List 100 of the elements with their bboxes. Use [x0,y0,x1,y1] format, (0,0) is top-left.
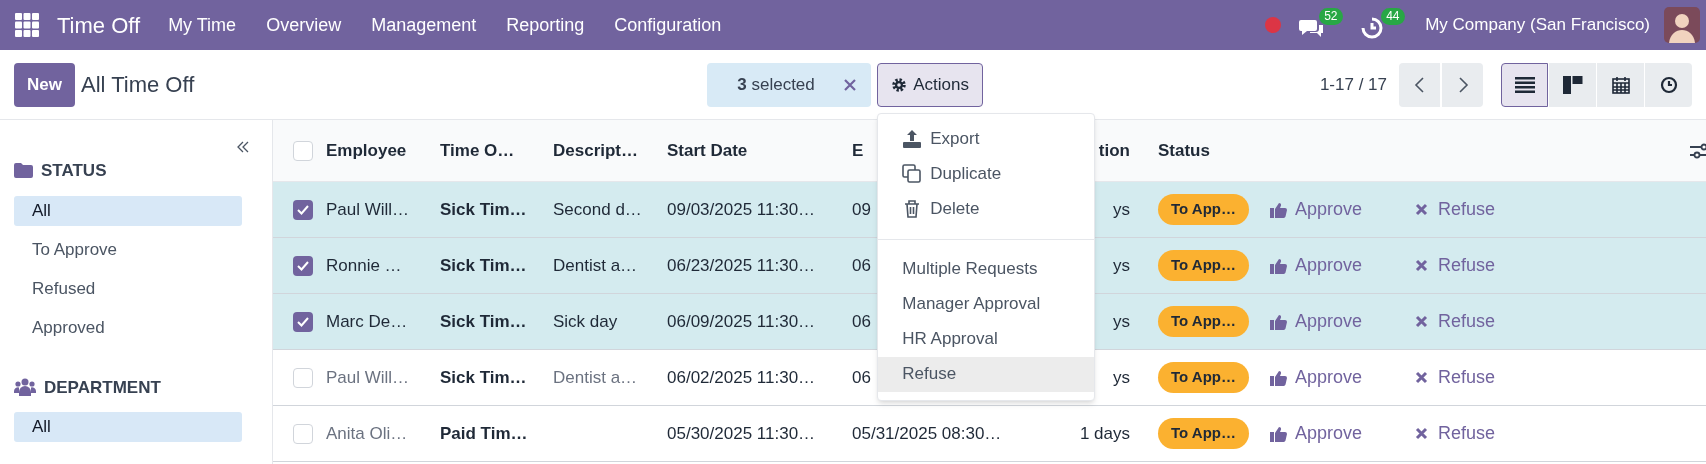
breadcrumb: All Time Off [80,71,195,99]
checkbox[interactable] [293,199,313,220]
table-cell-text: 06 [852,254,871,277]
upload-icon [902,130,923,148]
column-header[interactable]: Status [1158,137,1210,164]
settings-sliders-icon[interactable] [1690,142,1706,160]
menu-item[interactable]: Multiple Requests [878,251,1095,287]
app-title[interactable]: Time Off [57,8,141,42]
table-cell-text: 06 [852,310,871,333]
previous-page-button[interactable] [1399,62,1440,107]
table-cell-text: Second d… [553,198,642,221]
thumbs-up-icon [1270,313,1287,330]
actions-button[interactable]: Actions [877,62,983,107]
column-header[interactable]: Descript… [553,137,639,164]
chat-icon[interactable] [1299,17,1326,39]
thumbs-up-icon [1270,369,1287,386]
section-heading: DEPARTMENT [44,376,161,399]
refuse-button[interactable]: Refuse [1415,364,1496,391]
filter-item[interactable]: Refused [14,273,242,304]
table-cell-text: Paul Will… [326,366,410,389]
table-cell-text: Dentist a… [553,366,638,389]
filter-item[interactable]: All [14,412,242,442]
table-cell-text: Sick day [553,310,618,333]
calendar-icon [1611,75,1630,94]
next-page-button[interactable] [1442,62,1483,107]
table-cell-text: Sick Tim… [440,198,527,221]
checkbox[interactable] [293,255,313,276]
check-icon [297,204,309,215]
menu-item[interactable]: Duplicate [878,156,1095,192]
menu-item[interactable]: Configuration [614,11,722,39]
thumbs-up-icon [1270,201,1287,218]
calendar-view-button[interactable] [1597,62,1644,107]
refuse-button[interactable]: Refuse [1415,308,1496,335]
list-icon [1514,76,1535,93]
close-icon[interactable] [843,77,858,92]
table-cell-text: Marc De… [326,310,408,333]
table-cell-text: 09/03/2025 11:30… [667,198,816,221]
approve-button[interactable]: Approve [1270,308,1363,335]
list-view-button[interactable] [1501,62,1548,107]
copy-icon [902,164,923,184]
menu-item[interactable]: Manager Approval [878,286,1095,322]
table-cell-text: ys [1113,310,1130,333]
clock-icon[interactable] [1361,17,1384,39]
menu-item[interactable]: HR Approval [878,321,1095,357]
table-cell-text: 06/23/2025 11:30… [667,254,816,277]
pager-text: 1-17 / 17 [1319,73,1387,96]
status-badge: To App… [1158,194,1249,225]
filter-item[interactable]: All [14,195,242,226]
collapse-icon[interactable] [236,140,250,154]
checkbox[interactable] [293,311,313,332]
gear-icon [891,76,908,93]
activity-view-button[interactable] [1645,62,1692,107]
section-heading: STATUS [41,160,107,182]
company-switcher[interactable]: My Company (San Francisco) [1425,12,1650,38]
approve-button[interactable]: Approve [1270,252,1363,279]
table-cell-text: Sick Tim… [440,366,527,389]
thumbs-up-icon [1270,257,1287,274]
menu-item[interactable]: Overview [266,11,342,39]
menu-item[interactable]: Management [371,11,477,39]
refuse-button[interactable]: Refuse [1415,252,1496,279]
checkbox[interactable] [293,367,313,388]
status-badge: To App… [1158,306,1249,337]
approve-button[interactable]: Approve [1270,420,1363,447]
column-header[interactable]: Start Date [667,137,748,164]
table-cell-text: 06/02/2025 11:30… [667,366,816,389]
column-header[interactable]: E [852,137,864,164]
new-button[interactable]: New [14,62,75,107]
menu-item[interactable]: Reporting [506,11,585,39]
menu-item[interactable]: Delete [878,191,1095,227]
checkbox[interactable] [293,423,313,444]
menu-item[interactable]: Refuse [878,356,1095,392]
kanban-view-button[interactable] [1549,62,1596,107]
filter-item[interactable]: Approved [14,312,242,343]
table-cell-text: Paid Tim… [440,422,528,445]
avatar[interactable] [1664,7,1700,43]
table-cell-text: 09 [852,198,871,221]
apps-menu-icon[interactable] [15,13,39,37]
filter-item[interactable]: To Approve [14,234,242,265]
column-header[interactable]: tion [1098,137,1130,164]
thumbs-up-icon [1270,425,1287,442]
kanban-icon [1562,75,1583,94]
table-cell-text: Sick Tim… [440,310,527,333]
table-cell-text: 05/30/2025 11:30… [667,422,816,445]
approve-button[interactable]: Approve [1270,196,1363,223]
column-header[interactable]: Employee [326,137,407,164]
menu-item[interactable]: My Time [168,11,237,39]
close-icon [1415,259,1428,272]
refuse-button[interactable]: Refuse [1415,420,1496,447]
approve-button[interactable]: Approve [1270,364,1363,391]
table-cell-text: Anita Oli… [326,422,408,445]
column-header[interactable]: Time O… [440,137,515,164]
table-cell-text: 06 [852,366,871,389]
checkbox[interactable] [293,140,313,161]
refuse-button[interactable]: Refuse [1415,196,1496,223]
clock-icon [1659,75,1678,94]
table-cell-text: Paul Will… [326,198,410,221]
close-icon [1415,203,1428,216]
menu-item[interactable]: Export [878,121,1095,157]
status-badge: To App… [1158,362,1249,393]
table-cell-text: ys [1113,366,1130,389]
